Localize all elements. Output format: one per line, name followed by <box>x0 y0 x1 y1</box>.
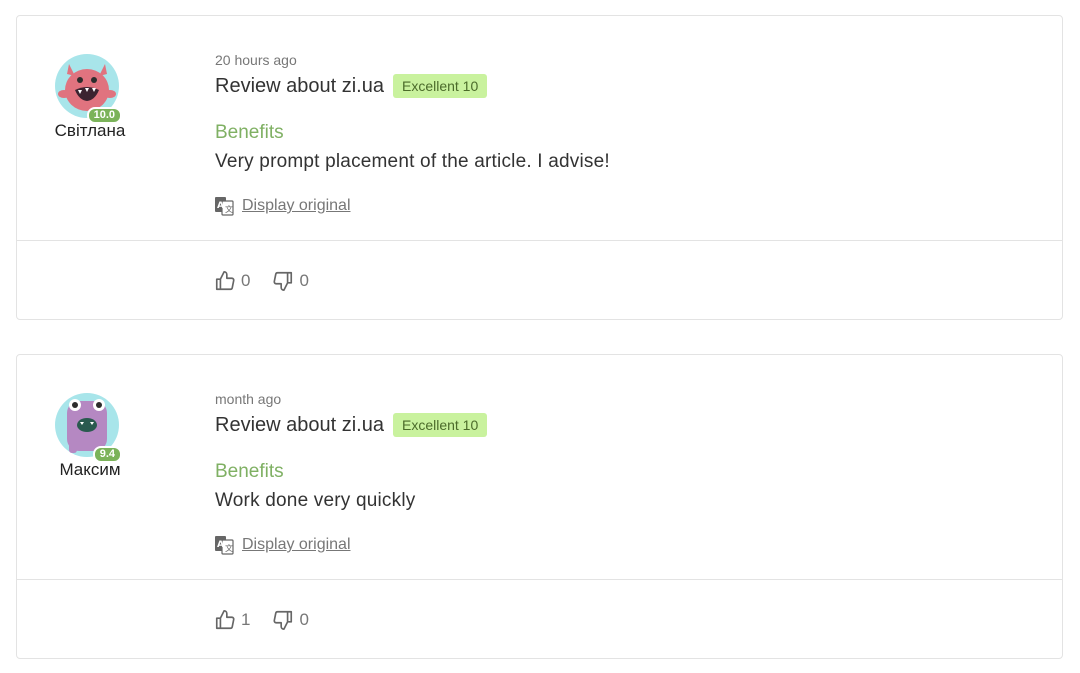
benefits-label: Benefits <box>215 122 284 143</box>
like-count: 1 <box>241 610 251 629</box>
display-original-label[interactable]: Display original <box>242 197 351 215</box>
avatar[interactable]: 9.4 <box>55 393 122 463</box>
thumbs-down-icon <box>273 610 293 630</box>
dislike-button[interactable]: 0 <box>272 609 309 631</box>
display-original-label[interactable]: Display original <box>242 536 351 554</box>
review-title[interactable]: Review about zi.ua <box>215 414 384 437</box>
svg-text:文: 文 <box>225 204 233 214</box>
avatar[interactable]: 10.0 <box>55 54 122 124</box>
author-name[interactable]: Світлана <box>17 121 163 141</box>
display-original-link[interactable]: A 文 Display original <box>214 196 351 216</box>
review-time: 20 hours ago <box>215 52 297 68</box>
dislike-count: 0 <box>299 610 309 629</box>
benefits-label: Benefits <box>215 461 284 482</box>
thumbs-up-icon <box>215 271 235 291</box>
vote-bar: 1 0 <box>214 609 331 631</box>
svg-text:A: A <box>217 201 224 211</box>
rating-badge: Excellent 10 <box>392 413 488 437</box>
dislike-count: 0 <box>299 271 309 290</box>
thumbs-down-icon <box>273 271 293 291</box>
review-title[interactable]: Review about zi.ua <box>215 75 384 98</box>
like-button[interactable]: 0 <box>214 270 250 292</box>
dislike-button[interactable]: 0 <box>272 270 309 292</box>
review-card: 10.0 Світлана 20 hours ago Review about … <box>16 15 1063 320</box>
vote-bar: 0 0 <box>214 270 331 292</box>
like-button[interactable]: 1 <box>214 609 250 631</box>
rating-badge: Excellent 10 <box>392 74 488 98</box>
review-text: Work done very quickly <box>215 490 416 511</box>
review-time: month ago <box>215 391 282 407</box>
author-name[interactable]: Максим <box>17 460 163 480</box>
like-count: 0 <box>241 271 251 290</box>
review-title-row: Review about zi.ua Excellent 10 <box>215 74 488 98</box>
display-original-link[interactable]: A 文 Display original <box>214 535 351 555</box>
review-title-row: Review about zi.ua Excellent 10 <box>215 413 488 437</box>
review-card: 9.4 Максим month ago Review about zi.ua … <box>16 354 1063 659</box>
divider <box>17 240 1062 241</box>
svg-text:文: 文 <box>225 543 233 553</box>
translate-icon: A 文 <box>215 536 234 555</box>
svg-text:A: A <box>217 540 224 550</box>
thumbs-up-icon <box>215 610 235 630</box>
translate-icon: A 文 <box>215 197 234 216</box>
divider <box>17 579 1062 580</box>
review-text: Very prompt placement of the article. I … <box>215 151 610 172</box>
